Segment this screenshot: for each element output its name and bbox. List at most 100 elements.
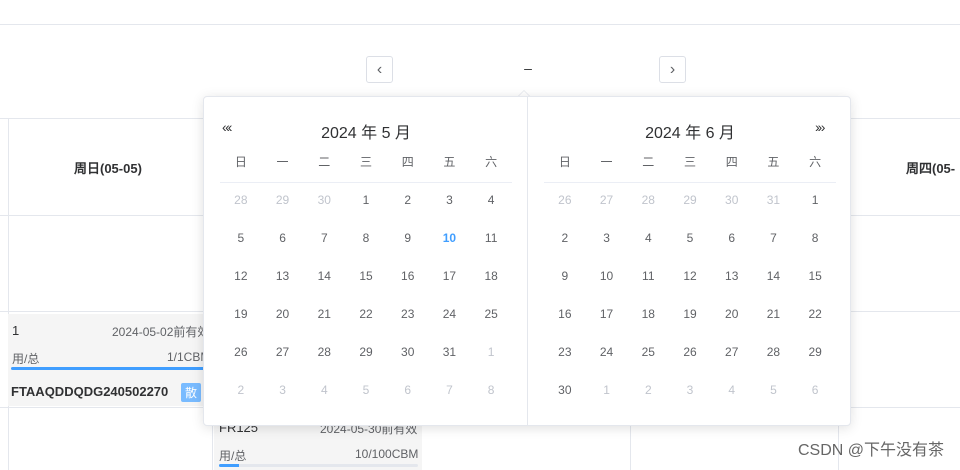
day-cell[interactable]: 15 xyxy=(345,257,387,295)
day-cell[interactable]: 30 xyxy=(303,181,345,219)
card-usage-bar xyxy=(219,464,418,467)
day-cell[interactable]: 8 xyxy=(470,371,512,409)
next-week-button[interactable]: › xyxy=(659,56,686,83)
day-cell[interactable]: 27 xyxy=(262,333,304,371)
double-chevron-right-icon[interactable]: ›» xyxy=(815,119,826,135)
day-cell[interactable]: 26 xyxy=(669,333,711,371)
column-header-thursday: 周四(05- xyxy=(906,161,956,176)
day-cell[interactable]: 4 xyxy=(627,219,669,257)
day-cell[interactable]: 8 xyxy=(794,219,836,257)
day-cell[interactable]: 11 xyxy=(470,219,512,257)
day-cell[interactable]: 11 xyxy=(627,257,669,295)
day-cell[interactable]: 14 xyxy=(303,257,345,295)
day-cell[interactable]: 13 xyxy=(262,257,304,295)
day-cell[interactable]: 28 xyxy=(753,333,795,371)
weekday-label: 一 xyxy=(600,155,613,169)
day-cell[interactable]: 7 xyxy=(753,219,795,257)
day-cell[interactable]: 21 xyxy=(753,295,795,333)
chevron-right-icon: › xyxy=(669,60,676,78)
day-cell[interactable]: 30 xyxy=(711,181,753,219)
day-cell[interactable]: 26 xyxy=(220,333,262,371)
day-cell[interactable]: 26 xyxy=(544,181,586,219)
day-cell[interactable]: 3 xyxy=(262,371,304,409)
day-cell[interactable]: 7 xyxy=(429,371,471,409)
day-cell[interactable]: 4 xyxy=(303,371,345,409)
day-cell[interactable]: 13 xyxy=(711,257,753,295)
day-cell[interactable]: 28 xyxy=(303,333,345,371)
day-cell[interactable]: 8 xyxy=(345,219,387,257)
day-cell[interactable]: 23 xyxy=(387,295,429,333)
day-cell[interactable]: 17 xyxy=(429,257,471,295)
day-cell[interactable]: 5 xyxy=(753,371,795,409)
day-cell[interactable]: 17 xyxy=(586,295,628,333)
day-cell[interactable]: 31 xyxy=(753,181,795,219)
day-cell[interactable]: 16 xyxy=(387,257,429,295)
day-cell[interactable]: 12 xyxy=(220,257,262,295)
day-cell[interactable]: 2 xyxy=(627,371,669,409)
day-cell[interactable]: 2 xyxy=(544,219,586,257)
day-cell[interactable]: 23 xyxy=(544,333,586,371)
day-cell[interactable]: 2 xyxy=(387,181,429,219)
day-cell[interactable]: 3 xyxy=(669,371,711,409)
day-cell[interactable]: 20 xyxy=(711,295,753,333)
day-cell[interactable]: 10 xyxy=(586,257,628,295)
day-cell[interactable]: 1 xyxy=(345,181,387,219)
day-cell[interactable]: 1 xyxy=(586,371,628,409)
day-cell[interactable]: 28 xyxy=(627,181,669,219)
day-cell[interactable]: 21 xyxy=(303,295,345,333)
booking-card[interactable]: 1 2024-05-02前有效 用/总 1/1CBM FTAAQDDQDG240… xyxy=(8,314,208,406)
weekday-label: 四 xyxy=(725,155,738,169)
day-cell[interactable]: 14 xyxy=(753,257,795,295)
day-cell[interactable]: 6 xyxy=(262,219,304,257)
day-cell[interactable]: 29 xyxy=(262,181,304,219)
day-cell[interactable]: 7 xyxy=(303,219,345,257)
card-usage-bar-fill xyxy=(219,464,239,467)
day-cell[interactable]: 30 xyxy=(544,371,586,409)
day-cell[interactable]: 27 xyxy=(711,333,753,371)
day-cell[interactable]: 1 xyxy=(794,181,836,219)
day-cell[interactable]: 19 xyxy=(669,295,711,333)
day-cell[interactable]: 29 xyxy=(794,333,836,371)
day-cell[interactable]: 1 xyxy=(470,333,512,371)
day-cell[interactable]: 4 xyxy=(470,181,512,219)
day-cell[interactable]: 5 xyxy=(220,219,262,257)
day-cell-today[interactable]: 10 xyxy=(429,219,471,257)
day-cell[interactable]: 29 xyxy=(345,333,387,371)
day-cell[interactable]: 27 xyxy=(586,181,628,219)
day-cell[interactable]: 15 xyxy=(794,257,836,295)
day-cell[interactable]: 30 xyxy=(387,333,429,371)
day-cell[interactable]: 31 xyxy=(429,333,471,371)
day-cell[interactable]: 18 xyxy=(627,295,669,333)
day-cell[interactable]: 24 xyxy=(586,333,628,371)
day-cell[interactable]: 4 xyxy=(711,371,753,409)
day-cell[interactable]: 2 xyxy=(220,371,262,409)
day-cell[interactable]: 3 xyxy=(586,219,628,257)
calendar-panel-june: 2024 年 6 月 ›» 日一二三四五六 26 27 28 29 30 31 1 2 3 4 5 6… xyxy=(528,97,852,425)
day-cell[interactable]: 3 xyxy=(429,181,471,219)
day-cell[interactable]: 6 xyxy=(711,219,753,257)
day-cell[interactable]: 25 xyxy=(470,295,512,333)
card-valid-until: 2024-05-02前有效 xyxy=(112,325,208,339)
weekday-label: 二 xyxy=(642,155,655,169)
date-range-separator[interactable]: – xyxy=(518,60,538,76)
day-cell[interactable]: 5 xyxy=(669,219,711,257)
day-cell[interactable]: 20 xyxy=(262,295,304,333)
day-cell[interactable]: 6 xyxy=(387,371,429,409)
day-cell[interactable]: 6 xyxy=(794,371,836,409)
day-cell[interactable]: 22 xyxy=(345,295,387,333)
day-cell[interactable]: 9 xyxy=(387,219,429,257)
day-cell[interactable]: 29 xyxy=(669,181,711,219)
day-cell[interactable]: 19 xyxy=(220,295,262,333)
day-cell[interactable]: 24 xyxy=(429,295,471,333)
weekday-label: 二 xyxy=(318,155,331,169)
day-cell[interactable]: 9 xyxy=(544,257,586,295)
day-cell[interactable]: 12 xyxy=(669,257,711,295)
day-cell[interactable]: 22 xyxy=(794,295,836,333)
day-cell[interactable]: 25 xyxy=(627,333,669,371)
day-cell[interactable]: 18 xyxy=(470,257,512,295)
day-cell[interactable]: 5 xyxy=(345,371,387,409)
prev-week-button[interactable]: ‹ xyxy=(366,56,393,83)
day-cell[interactable]: 28 xyxy=(220,181,262,219)
weekday-label: 三 xyxy=(683,155,696,169)
day-cell[interactable]: 16 xyxy=(544,295,586,333)
